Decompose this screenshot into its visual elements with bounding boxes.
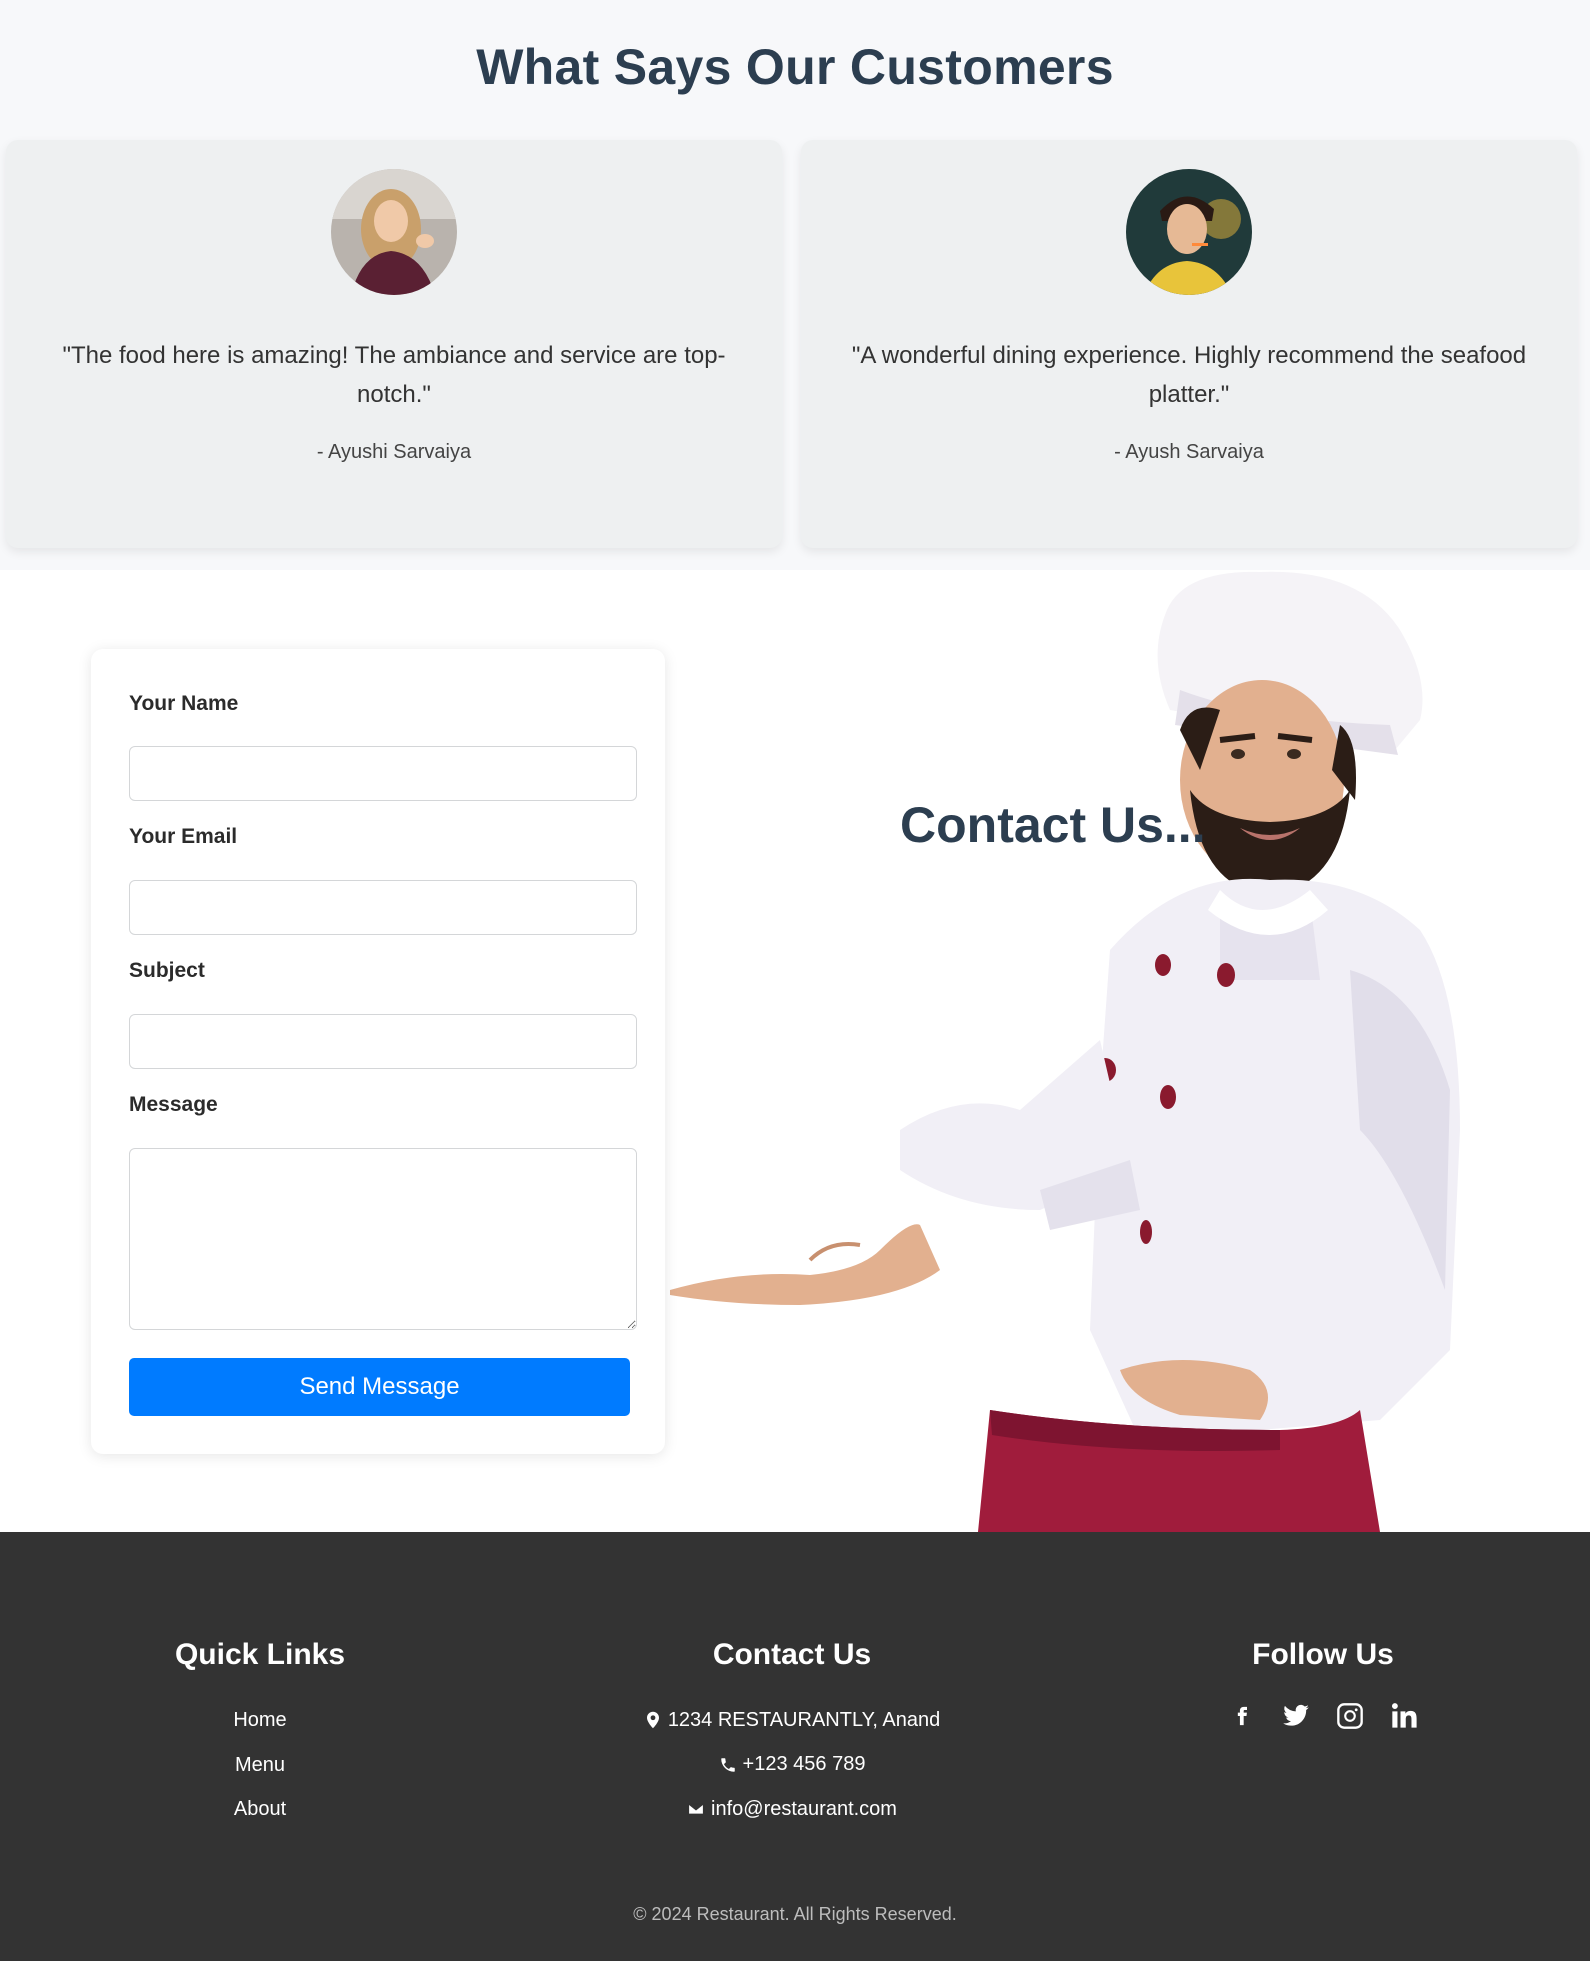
testimonial-quote: "A wonderful dining experience. Highly r… bbox=[851, 342, 1527, 408]
address-row: 1234 RESTAURANTLY, Anand bbox=[592, 1698, 992, 1743]
envelope-icon bbox=[687, 1803, 705, 1816]
contact-section: Your Name Your Email Subject Message Sen… bbox=[0, 570, 1590, 1532]
contact-form: Your Name Your Email Subject Message Sen… bbox=[91, 649, 665, 1454]
social-links bbox=[1223, 1698, 1423, 1734]
quick-links-title: Quick Links bbox=[174, 1638, 346, 1671]
instagram-icon[interactable] bbox=[1334, 1698, 1366, 1734]
message-label: Message bbox=[129, 1093, 218, 1116]
email-label: Your Email bbox=[129, 825, 238, 848]
address-text: 1234 RESTAURANTLY, Anand bbox=[667, 1708, 941, 1731]
chef-image bbox=[670, 571, 1460, 1532]
copyright-text: © 2024 Restaurant. All Rights Reserved. bbox=[633, 1904, 957, 1924]
twitter-icon[interactable] bbox=[1280, 1698, 1312, 1734]
testimonial-card: "The food here is amazing! The ambiance … bbox=[6, 140, 782, 548]
facebook-icon[interactable] bbox=[1226, 1698, 1258, 1734]
phone-row: +123 456 789 bbox=[592, 1743, 992, 1788]
footer-contact-title: Contact Us bbox=[712, 1638, 872, 1671]
phone-icon bbox=[720, 1758, 735, 1772]
map-marker-icon bbox=[646, 1712, 659, 1729]
avatar bbox=[331, 169, 457, 295]
email-row: info@restaurant.com bbox=[592, 1787, 992, 1832]
testimonial-card: "A wonderful dining experience. Highly r… bbox=[801, 140, 1577, 548]
linkedin-icon[interactable] bbox=[1388, 1698, 1420, 1734]
testimonial-quote: "The food here is amazing! The ambiance … bbox=[62, 342, 726, 408]
follow-us-column: Follow Us bbox=[1223, 1638, 1423, 1734]
testimonials-section: What Says Our Customers "The food here i… bbox=[0, 0, 1590, 570]
footer-link-home[interactable]: Home bbox=[160, 1698, 360, 1743]
phone-text: +123 456 789 bbox=[742, 1753, 866, 1776]
message-textarea[interactable] bbox=[129, 1148, 637, 1330]
footer-contact-column: Contact Us 1234 RESTAURANTLY, Anand +123… bbox=[592, 1638, 992, 1832]
quick-links-column: Quick Links Home Menu About bbox=[160, 1638, 360, 1832]
subject-input[interactable] bbox=[129, 1014, 637, 1069]
name-label: Your Name bbox=[129, 692, 239, 715]
footer-link-menu[interactable]: Menu bbox=[160, 1743, 360, 1788]
email-text[interactable]: info@restaurant.com bbox=[711, 1798, 897, 1821]
avatar bbox=[1126, 169, 1252, 295]
testimonial-author: - Ayush Sarvaiya bbox=[1114, 441, 1264, 463]
footer: Quick Links Home Menu About Contact Us 1… bbox=[0, 1532, 1590, 1961]
testimonial-author: - Ayushi Sarvaiya bbox=[316, 441, 472, 463]
customer-photo-woman bbox=[331, 169, 457, 295]
name-input[interactable] bbox=[129, 746, 637, 801]
send-message-button[interactable]: Send Message bbox=[129, 1358, 630, 1416]
follow-us-title: Follow Us bbox=[1252, 1638, 1394, 1671]
email-input[interactable] bbox=[129, 880, 637, 935]
contact-title: Contact Us... bbox=[900, 797, 1206, 853]
footer-link-about[interactable]: About bbox=[160, 1787, 360, 1832]
testimonials-title: What Says Our Customers bbox=[476, 39, 1114, 95]
customer-photo-man bbox=[1126, 169, 1252, 295]
subject-label: Subject bbox=[129, 959, 205, 982]
